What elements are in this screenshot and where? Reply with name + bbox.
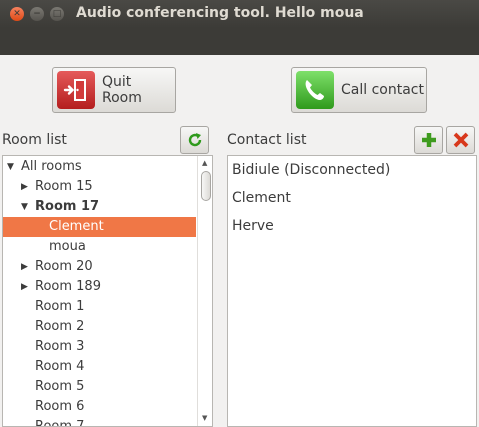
tree-item[interactable]: ▶ Room 15 [3,177,196,197]
tree-item-label: Room 1 [35,299,85,314]
window-titlebar: ✕ − □ Audio conferencing tool. Hello mou… [0,0,479,28]
tree-item[interactable]: Room 4 [3,357,196,377]
exit-door-icon [57,71,95,109]
tree-item-label: Room 3 [35,339,85,354]
collapsed-arrow-icon[interactable]: ▶ [21,277,28,297]
contact-list[interactable]: Bidiule (Disconnected) Clement Herve [227,155,477,427]
scroll-up-icon[interactable]: ▲ [202,159,207,167]
tree-item-label: Room 20 [35,259,93,274]
cross-icon [453,132,468,148]
contact-item[interactable]: Bidiule (Disconnected) [232,162,390,178]
tree-item-label: Room 4 [35,359,85,374]
expanded-arrow-icon[interactable]: ▼ [21,197,28,217]
window-close-button[interactable]: ✕ [10,7,24,21]
tree-item[interactable]: ▶ Room 189 [3,277,196,297]
window-title: Audio conferencing tool. Hello moua [76,5,364,21]
add-contact-button[interactable] [414,126,443,154]
tree-item-label: Clement [49,219,104,234]
expanded-arrow-icon[interactable]: ▼ [7,157,14,177]
quit-room-button[interactable]: Quit Room [52,67,176,113]
contact-item[interactable]: Herve [232,218,274,234]
room-tree[interactable]: ▼ All rooms ▶ Room 15 ▼ Room 17 Clement moua ▶ Ro… [2,155,213,427]
plus-icon [421,133,436,147]
refresh-rooms-button[interactable] [180,126,209,154]
tree-item-label: Room 189 [35,279,101,294]
tree-item[interactable]: ▼ All rooms [3,157,196,177]
tree-item-label: Room 2 [35,319,85,334]
contact-list-header: Contact list [227,132,307,148]
call-contact-button[interactable]: Call contact [291,67,427,113]
window-maximize-button[interactable]: □ [50,7,64,21]
collapsed-arrow-icon[interactable]: ▶ [21,177,28,197]
tree-item[interactable]: ▶ Room 20 [3,257,196,277]
tree-item-label: Room 7 [35,419,85,427]
tree-item[interactable]: Room 2 [3,317,196,337]
tree-item-label: Room 15 [35,179,93,194]
tree-item-label: Room 17 [35,199,100,214]
tree-item-label: moua [49,239,86,254]
tree-item[interactable]: Room 7 [3,417,196,427]
collapsed-arrow-icon[interactable]: ▶ [21,257,28,277]
tree-item[interactable]: Room 1 [3,297,196,317]
scroll-down-icon[interactable]: ▼ [202,414,207,422]
tree-item[interactable]: ▼ Room 17 [3,197,196,217]
contact-item[interactable]: Clement [232,190,291,206]
room-tree-scrollbar[interactable]: ▲ ▼ [197,156,212,426]
remove-contact-button[interactable] [446,126,475,154]
tree-item-label: All rooms [21,159,82,174]
quit-room-label: Quit Room [102,74,142,106]
menubar [0,28,479,55]
tree-item[interactable]: Clement [3,217,196,237]
tree-item[interactable]: Room 5 [3,377,196,397]
tree-item-label: Room 6 [35,399,85,414]
scrollbar-thumb[interactable] [201,171,211,201]
window-minimize-button[interactable]: − [30,7,44,21]
room-list-header: Room list [2,132,67,148]
refresh-icon [188,133,201,147]
phone-icon [296,71,334,109]
tree-item[interactable]: Room 3 [3,337,196,357]
call-contact-label: Call contact [341,82,424,98]
tree-item[interactable]: Room 6 [3,397,196,417]
tree-item[interactable]: moua [3,237,196,257]
tree-item-label: Room 5 [35,379,85,394]
